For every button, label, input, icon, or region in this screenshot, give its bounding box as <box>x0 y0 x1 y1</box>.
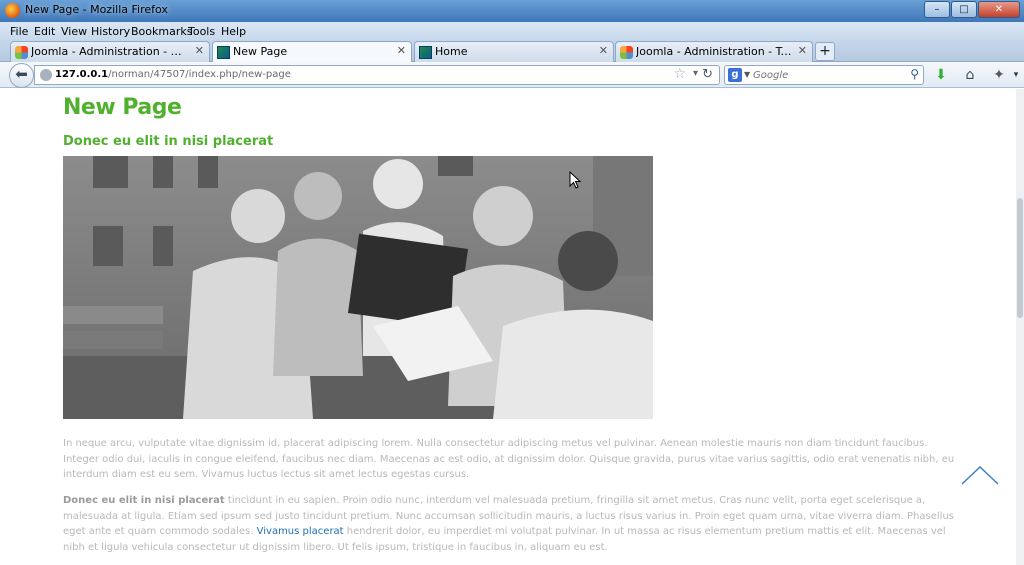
window-title: New Page - Mozilla Firefox <box>25 3 168 16</box>
search-input[interactable] <box>753 68 903 83</box>
engine-dropdown-icon[interactable]: ▼ <box>744 70 750 79</box>
close-tab-icon[interactable]: ✕ <box>599 44 608 57</box>
back-to-top-button[interactable] <box>960 464 1000 486</box>
address-bar[interactable]: 127.0.0.1/norman/47507/index.php/new-pag… <box>34 65 720 85</box>
window-titlebar: New Page - Mozilla Firefox – □ ✕ <box>0 0 1024 22</box>
tab-label: New Page <box>233 45 288 58</box>
site-icon <box>217 46 230 59</box>
tab-label: Home <box>435 45 468 58</box>
menu-file[interactable]: File <box>10 25 28 38</box>
firefox-logo-icon <box>5 3 20 18</box>
home-icon[interactable]: ⌂ <box>961 66 979 84</box>
minimize-button[interactable]: – <box>924 1 950 18</box>
page-content: New Page Donec eu elit in nisi placerat <box>0 89 1016 565</box>
history-dropdown-icon[interactable]: ▾ <box>693 68 698 79</box>
url-text[interactable]: 127.0.0.1/norman/47507/index.php/new-pag… <box>55 69 291 80</box>
url-host: 127.0.0.1 <box>55 69 109 80</box>
scrollbar-thumb[interactable] <box>1017 198 1023 318</box>
vertical-scrollbar[interactable] <box>1016 89 1024 565</box>
menu-tools[interactable]: Tools <box>188 25 215 38</box>
article-paragraph-1: In neque arcu, vulputate vitae dignissim… <box>63 438 955 480</box>
tab-label: Joomla - Administration - Template ... <box>636 45 796 58</box>
tab-label: Joomla - Administration - Menu Man... <box>31 45 191 58</box>
close-tab-icon[interactable]: ✕ <box>195 44 204 57</box>
mouse-cursor-icon <box>569 171 581 189</box>
google-engine-icon[interactable]: g <box>728 68 742 82</box>
window-controls: – □ ✕ <box>924 1 1020 18</box>
chevron-up-icon <box>961 465 999 485</box>
tab-home[interactable]: Home ✕ <box>414 41 614 62</box>
maximize-button[interactable]: □ <box>951 1 977 18</box>
bookmark-star-icon[interactable]: ☆ <box>673 66 686 82</box>
vivamus-placerat-link[interactable]: Vivamus placerat <box>257 526 344 537</box>
search-icon[interactable]: ⚲ <box>910 67 919 81</box>
tab-bar: Joomla - Administration - Menu Man... ✕ … <box>0 40 1024 63</box>
joomla-icon <box>620 46 633 59</box>
page-title: New Page <box>63 95 182 120</box>
menu-bookmarks[interactable]: Bookmarks <box>131 25 192 38</box>
toolbar-overflow-icon[interactable]: ▾ <box>1010 66 1022 84</box>
navigation-bar: ⬅ 127.0.0.1/norman/47507/index.php/new-p… <box>0 62 1024 88</box>
students-photo-illustration <box>63 156 653 419</box>
menu-view[interactable]: View <box>61 25 87 38</box>
article-title: Donec eu elit in nisi placerat <box>63 134 274 149</box>
close-tab-icon[interactable]: ✕ <box>798 44 807 57</box>
search-bar[interactable]: g ▼ ⚲ <box>724 65 924 85</box>
addon-icon[interactable]: ✦ <box>990 66 1008 84</box>
download-icon[interactable]: ⬇ <box>932 66 950 84</box>
menu-help[interactable]: Help <box>221 25 246 38</box>
close-tab-icon[interactable]: ✕ <box>397 44 406 57</box>
tab-joomla-template[interactable]: Joomla - Administration - Template ... ✕ <box>615 41 813 62</box>
back-arrow-icon: ⬅ <box>15 65 28 83</box>
menu-edit[interactable]: Edit <box>34 25 55 38</box>
back-button[interactable]: ⬅ <box>9 63 34 88</box>
menu-history[interactable]: History <box>91 25 130 38</box>
reload-icon[interactable]: ↻ <box>702 67 713 82</box>
new-tab-button[interactable]: + <box>815 42 835 61</box>
url-path: /norman/47507/index.php/new-page <box>108 69 291 80</box>
tab-new-page[interactable]: New Page ✕ <box>212 41 412 63</box>
site-icon <box>419 46 432 59</box>
article-paragraph-2: Donec eu elit in nisi placerat tincidunt… <box>63 493 963 555</box>
joomla-icon <box>15 46 28 59</box>
article-image <box>63 156 653 419</box>
tab-joomla-menu-manager[interactable]: Joomla - Administration - Menu Man... ✕ <box>10 41 210 62</box>
close-window-button[interactable]: ✕ <box>978 1 1020 18</box>
paragraph-lead-bold: Donec eu elit in nisi placerat <box>63 495 225 506</box>
menu-bar: File Edit View History Bookmarks Tools H… <box>0 22 1024 40</box>
site-identity-icon[interactable] <box>40 69 52 81</box>
